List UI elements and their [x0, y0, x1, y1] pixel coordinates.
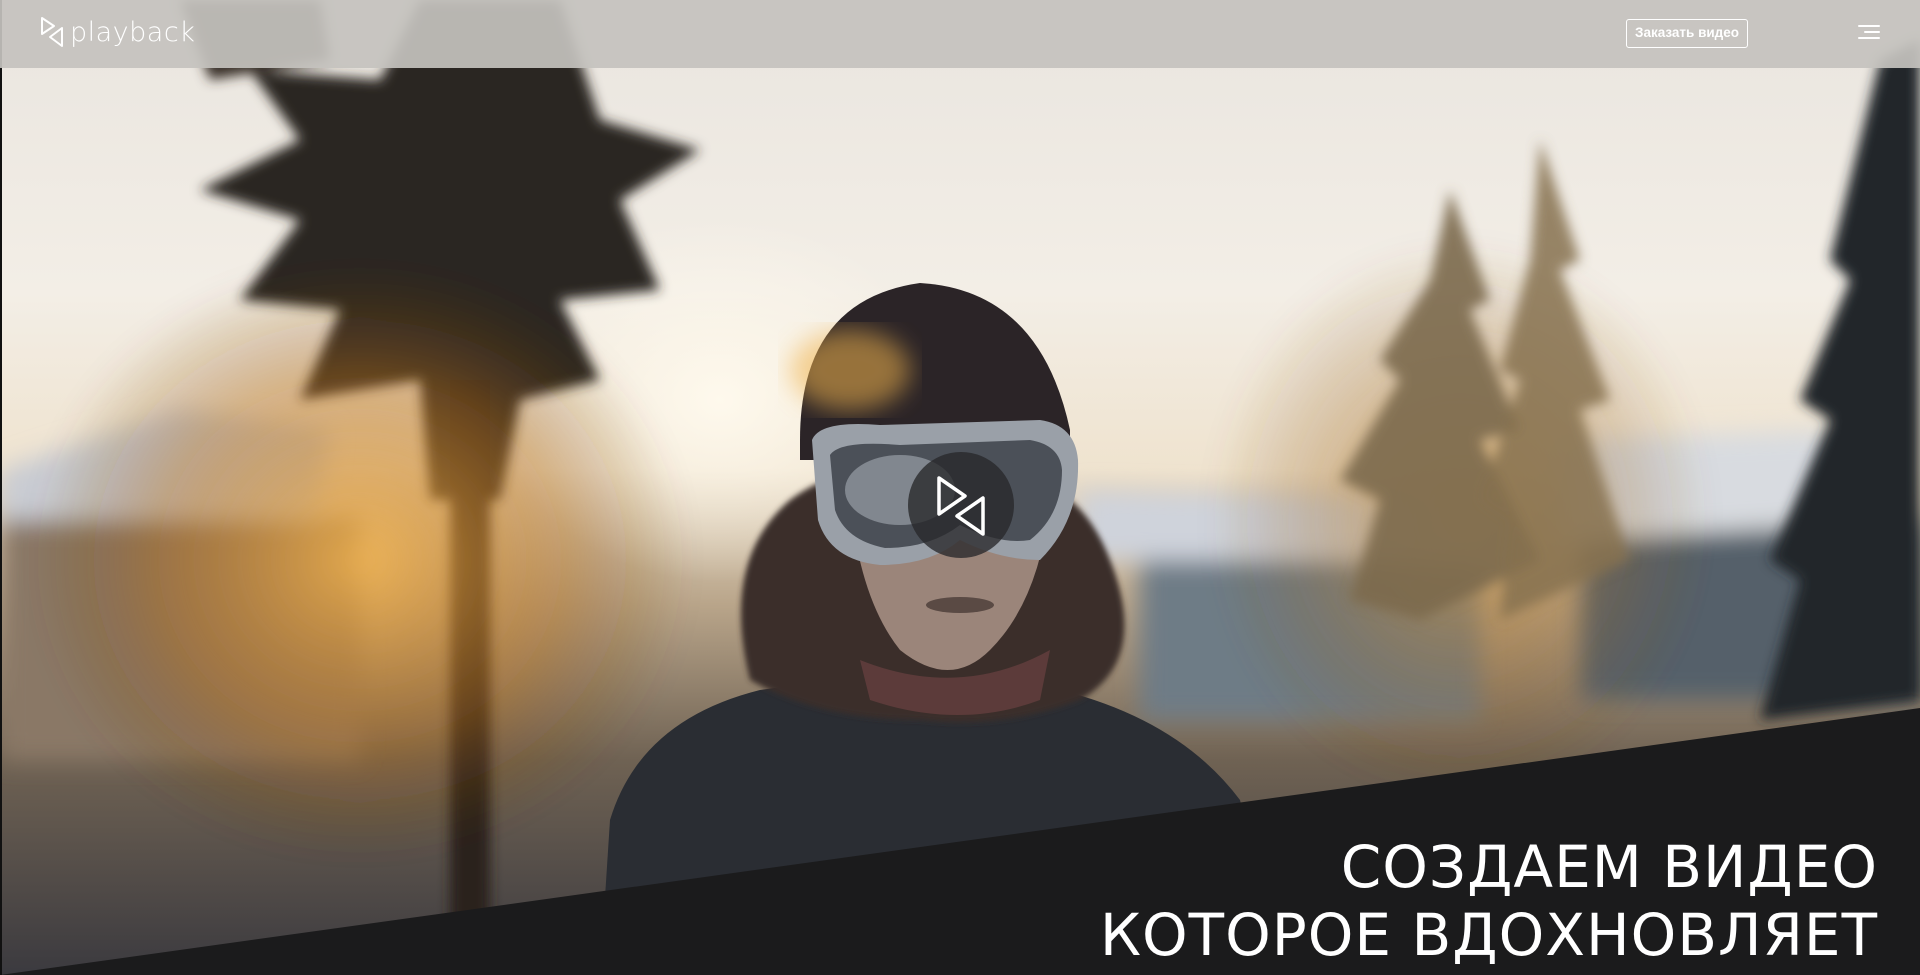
hero-video-background: СОЗДАЕМ ВИДЕО КОТОРОЕ ВДОХНОВЛЯЕТ — [0, 0, 1920, 975]
site-header: playback Заказать видео — [0, 0, 1920, 68]
headline-line-1: СОЗДАЕМ ВИДЕО — [1340, 833, 1878, 901]
hamburger-menu-icon[interactable] — [1858, 24, 1880, 42]
play-video-button[interactable] — [908, 452, 1014, 558]
hero-headline: СОЗДАЕМ ВИДЕО КОТОРОЕ ВДОХНОВЛЯЕТ — [1100, 833, 1878, 969]
brand-logo[interactable]: playback — [40, 16, 195, 48]
brand-name: playback — [70, 16, 196, 48]
play-logo-icon — [937, 476, 985, 536]
playback-logo-icon — [41, 17, 63, 47]
order-video-button[interactable]: Заказать видео — [1626, 19, 1748, 48]
headline-line-2: КОТОРОЕ ВДОХНОВЛЯЕТ — [1099, 901, 1878, 969]
left-edge-line — [0, 0, 2, 975]
